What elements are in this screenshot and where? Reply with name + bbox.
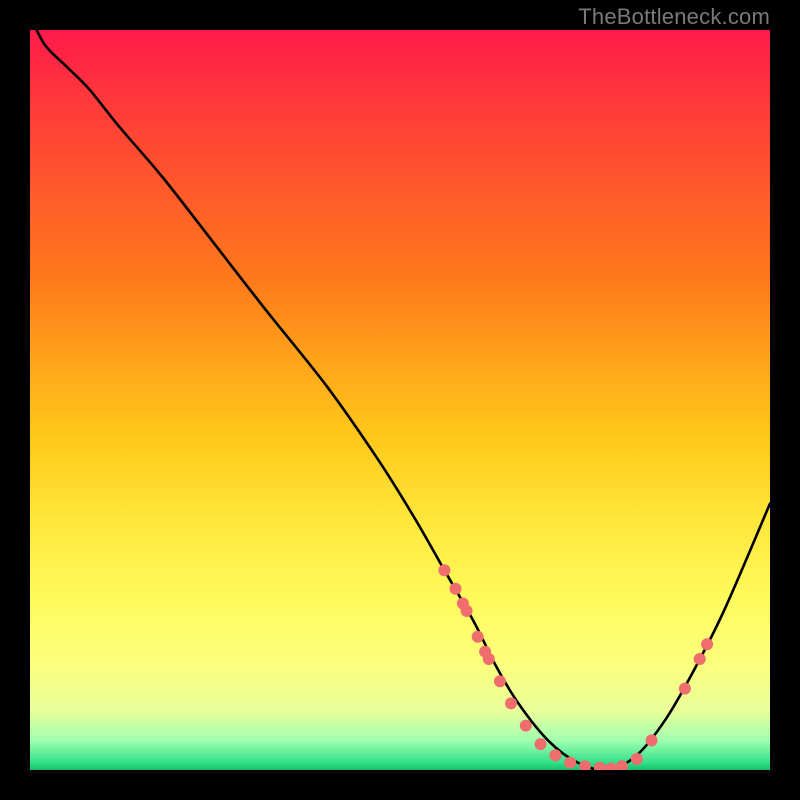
curve-marker <box>472 631 484 643</box>
plot-area <box>30 30 770 770</box>
curve-marker <box>520 720 532 732</box>
curve-marker <box>450 583 462 595</box>
curve-marker <box>549 749 561 761</box>
curve-marker <box>594 762 606 770</box>
chart-overlay-svg <box>30 30 770 770</box>
curve-marker <box>679 683 691 695</box>
curve-marker <box>646 734 658 746</box>
curve-marker <box>701 638 713 650</box>
curve-marker <box>605 763 617 770</box>
curve-marker <box>694 653 706 665</box>
curve-marker <box>461 605 473 617</box>
curve-marker <box>494 675 506 687</box>
curve-marker <box>535 738 547 750</box>
curve-marker <box>631 753 643 765</box>
curve-marker <box>579 760 591 770</box>
chart-stage: TheBottleneck.com <box>0 0 800 800</box>
watermark-text: TheBottleneck.com <box>578 4 770 30</box>
curve-marker <box>483 653 495 665</box>
bottleneck-curve <box>30 30 770 770</box>
curve-marker <box>438 564 450 576</box>
curve-markers <box>438 564 713 770</box>
curve-marker <box>505 697 517 709</box>
curve-marker <box>564 757 576 769</box>
